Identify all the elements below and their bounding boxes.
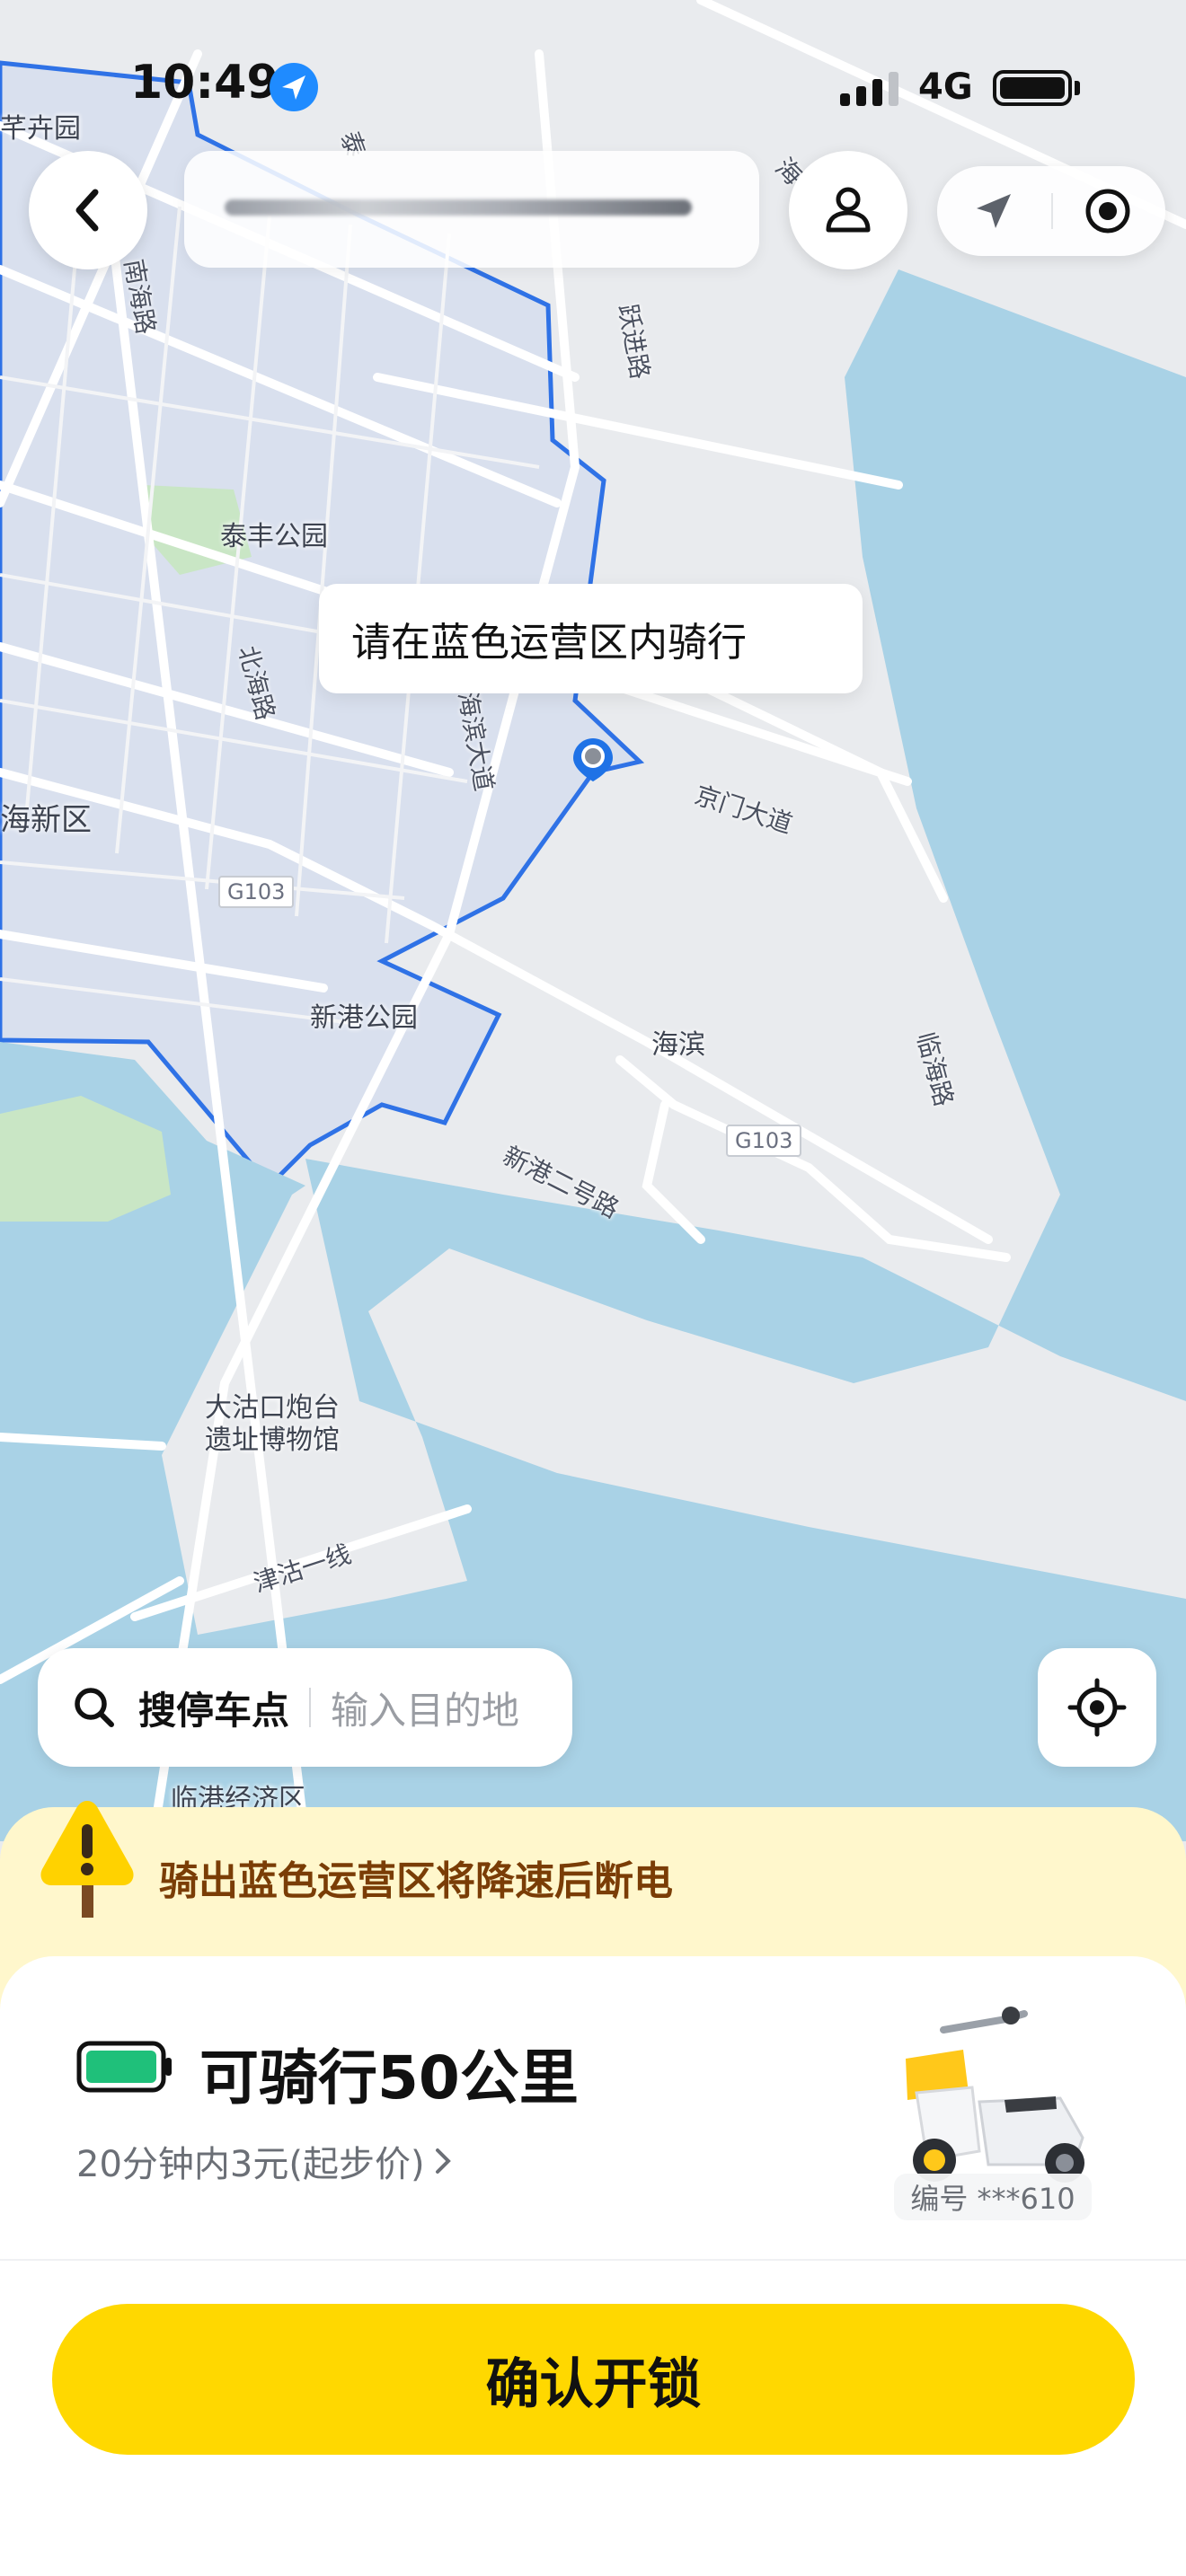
search-divider: [309, 1688, 312, 1727]
map-canvas: [0, 0, 1186, 1841]
status-time: 10:49: [130, 56, 279, 110]
price-text[interactable]: 20分钟内3元(起步价): [76, 2135, 425, 2187]
parking-search-label[interactable]: 搜停车点: [138, 1681, 289, 1735]
destination-bar[interactable]: [184, 151, 759, 268]
scooter-image: [890, 1994, 1096, 2187]
battery-green-icon: [76, 2041, 173, 2093]
map-label-taifeng-park[interactable]: 泰丰公园: [220, 514, 328, 553]
battery-cap: [1075, 81, 1080, 95]
navigate-arrow-icon: [977, 194, 1011, 228]
ride-range: 可骑行50公里: [199, 2043, 579, 2113]
warning-text: 骑出蓝色运营区将降速后断电: [159, 1858, 673, 1904]
pill-divider: [1051, 193, 1053, 229]
destination-input[interactable]: 输入目的地: [331, 1681, 519, 1735]
back-button[interactable]: [29, 151, 147, 269]
recenter-button[interactable]: [1038, 1648, 1156, 1767]
parking-search[interactable]: 搜停车点 输入目的地: [38, 1648, 572, 1767]
warning-sign-icon: [31, 1792, 144, 1922]
battery-icon: [993, 70, 1072, 106]
user-button[interactable]: [789, 151, 907, 269]
highway-badge-g103: G103: [218, 876, 295, 908]
navigate-button[interactable]: [953, 184, 1034, 238]
confirm-unlock-button[interactable]: 确认开锁: [52, 2304, 1135, 2455]
crosshair-icon: [1067, 1678, 1127, 1737]
map-label-xingang-park[interactable]: 新港公园: [310, 995, 418, 1035]
price-info[interactable]: 20分钟内3元(起步价): [76, 2135, 457, 2187]
network-type: 4G: [918, 66, 973, 108]
map-label-dagukou-2[interactable]: 遗址博物馆: [205, 1417, 340, 1457]
target-button[interactable]: [1067, 184, 1148, 238]
chevron-right-icon: [435, 2148, 451, 2174]
bike-number-text: 编号 ***610: [910, 2182, 1075, 2216]
confirm-unlock-label[interactable]: 确认开锁: [486, 2341, 702, 2419]
target-icon: [1085, 189, 1130, 234]
map[interactable]: 芊卉园 泰丰公园 海新区 新港公园 海滨 大沽口炮台 遗址博物馆 临港经济区 京…: [0, 0, 1186, 1841]
back-chevron-icon: [75, 189, 99, 232]
blurred-address: [225, 199, 692, 216]
bike-number: 编号 ***610: [894, 2174, 1092, 2220]
user-location-pin: [568, 735, 618, 785]
map-label-xinqu: 海新区: [0, 802, 92, 838]
map-label-fenghuiyuan: 芊卉园: [0, 113, 81, 145]
location-arrow-icon: [270, 63, 318, 111]
map-label-haibin: 海滨: [651, 1029, 705, 1061]
map-tools-pill: [937, 166, 1165, 256]
highway-badge-g103: G103: [726, 1125, 802, 1157]
search-icon: [75, 1688, 114, 1727]
user-icon: [826, 187, 871, 233]
zone-tooltip-text: 请在蓝色运营区内骑行: [351, 620, 747, 666]
zone-tooltip: 请在蓝色运营区内骑行: [319, 584, 863, 693]
signal-icon: [840, 70, 912, 106]
